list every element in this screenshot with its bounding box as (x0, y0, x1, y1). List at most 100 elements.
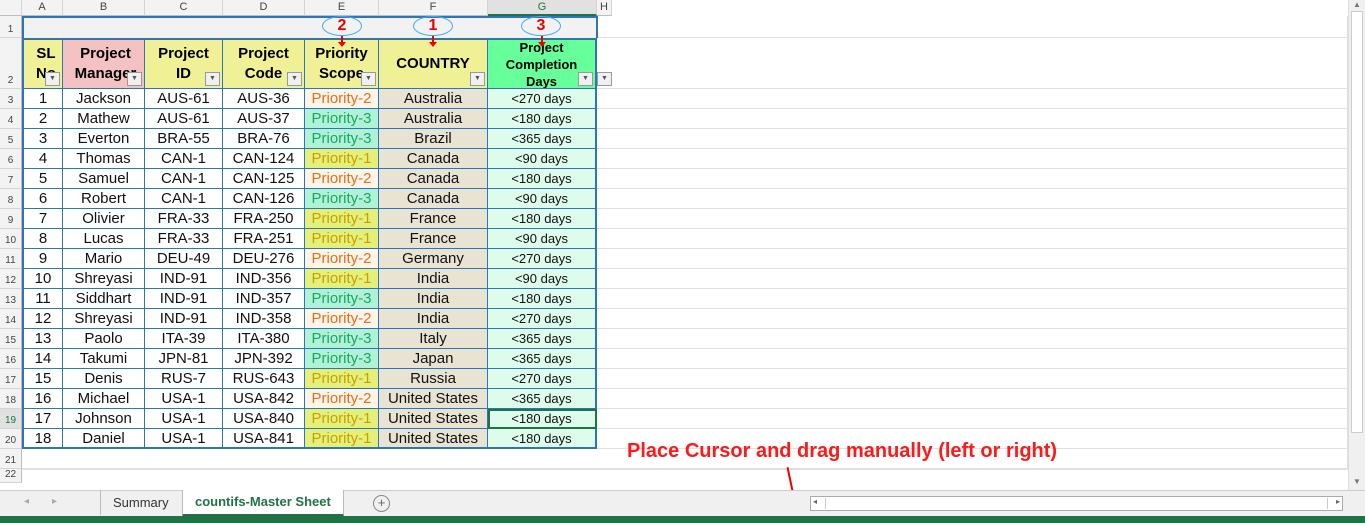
row-header-9[interactable]: 9 (0, 209, 22, 229)
table-cell[interactable]: 18 (22, 429, 63, 449)
column-header-H[interactable]: H (597, 0, 612, 16)
tab-summary[interactable]: Summary (100, 491, 181, 515)
table-cell[interactable]: 17 (22, 409, 63, 429)
table-cell[interactable]: <270 days (488, 249, 597, 269)
table-cell[interactable]: Priority-1 (305, 429, 379, 449)
column-header-F[interactable]: F (379, 0, 488, 16)
table-cell[interactable]: USA-840 (223, 409, 305, 429)
filter-dropdown-icon[interactable]: ▼ (578, 72, 593, 86)
filter-dropdown-icon[interactable]: ▼ (287, 72, 302, 86)
table-cell[interactable]: USA-841 (223, 429, 305, 449)
add-sheet-button[interactable]: + (373, 495, 390, 512)
table-cell[interactable]: <365 days (488, 129, 597, 149)
table-cell[interactable]: <270 days (488, 369, 597, 389)
table-cell[interactable]: 16 (22, 389, 63, 409)
row-header-1[interactable]: 1 (0, 16, 22, 38)
table-cell[interactable]: 13 (22, 329, 63, 349)
table-cell[interactable]: <180 days (488, 289, 597, 309)
table-cell[interactable]: Siddhart (63, 289, 145, 309)
row-header-15[interactable]: 15 (0, 329, 22, 349)
table-cell[interactable]: RUS-7 (145, 369, 223, 389)
vertical-scrollbar[interactable]: ▲ ▼ (1348, 0, 1365, 490)
table-cell[interactable]: Brazil (379, 129, 488, 149)
table-cell[interactable]: <90 days (488, 149, 597, 169)
table-cell[interactable]: Michael (63, 389, 145, 409)
table-cell[interactable]: Daniel (63, 429, 145, 449)
table-cell[interactable]: <270 days (488, 89, 597, 109)
scroll-down-icon[interactable]: ▼ (1349, 477, 1365, 486)
horizontal-scrollbar[interactable]: ◂ ▸ (810, 496, 1343, 511)
table-cell[interactable]: 11 (22, 289, 63, 309)
table-cell[interactable]: <180 days (488, 169, 597, 189)
table-cell[interactable]: <180 days (488, 109, 597, 129)
table-cell[interactable]: IND-91 (145, 289, 223, 309)
table-cell[interactable]: Denis (63, 369, 145, 389)
column-header-A[interactable]: A (22, 0, 63, 16)
table-cell[interactable]: Canada (379, 149, 488, 169)
table-cell[interactable]: BRA-76 (223, 129, 305, 149)
scroll-left-icon[interactable]: ◂ (813, 497, 817, 506)
table-cell[interactable]: Priority-2 (305, 89, 379, 109)
table-cell[interactable]: United States (379, 429, 488, 449)
table-cell[interactable]: AUS-61 (145, 109, 223, 129)
table-cell[interactable]: DEU-276 (223, 249, 305, 269)
column-header-cell[interactable]: SL No▼ (22, 38, 63, 89)
row-header-7[interactable]: 7 (0, 169, 22, 189)
table-cell[interactable]: <180 days (488, 429, 597, 449)
table-cell[interactable]: Priority-1 (305, 369, 379, 389)
table-cell[interactable]: <180 days (488, 409, 597, 429)
table-cell[interactable]: <90 days (488, 189, 597, 209)
table-cell[interactable]: Jackson (63, 89, 145, 109)
row-header-18[interactable]: 18 (0, 389, 22, 409)
table-cell[interactable]: Priority-1 (305, 149, 379, 169)
table-cell[interactable]: 8 (22, 229, 63, 249)
table-cell[interactable]: 15 (22, 369, 63, 389)
column-header-B[interactable]: B (63, 0, 145, 16)
filter-dropdown-icon[interactable]: ▼ (597, 72, 612, 86)
tab-scroll-right-icon[interactable]: ▸ (52, 496, 57, 507)
column-header-D[interactable]: D (223, 0, 305, 16)
table-cell[interactable]: USA-1 (145, 409, 223, 429)
table-cell[interactable]: ITA-380 (223, 329, 305, 349)
column-header-C[interactable]: C (145, 0, 223, 16)
table-cell[interactable]: JPN-81 (145, 349, 223, 369)
row-header-19[interactable]: 19 (0, 409, 22, 429)
table-cell[interactable]: CAN-125 (223, 169, 305, 189)
table-cell[interactable]: United States (379, 389, 488, 409)
table-cell[interactable]: IND-357 (223, 289, 305, 309)
table-cell[interactable]: Thomas (63, 149, 145, 169)
table-cell[interactable]: USA-842 (223, 389, 305, 409)
table-cell[interactable]: Canada (379, 189, 488, 209)
table-cell[interactable]: Australia (379, 109, 488, 129)
table-cell[interactable]: Samuel (63, 169, 145, 189)
table-cell[interactable]: Mathew (63, 109, 145, 129)
table-cell[interactable]: RUS-643 (223, 369, 305, 389)
table-cell[interactable]: 6 (22, 189, 63, 209)
table-cell[interactable]: Lucas (63, 229, 145, 249)
table-cell[interactable]: IND-91 (145, 309, 223, 329)
row-header-3[interactable]: 3 (0, 89, 22, 109)
row-header-13[interactable]: 13 (0, 289, 22, 309)
table-cell[interactable]: 1 (22, 89, 63, 109)
table-cell[interactable]: Paolo (63, 329, 145, 349)
title-row-merged-cell[interactable] (22, 16, 598, 38)
table-cell[interactable]: Robert (63, 189, 145, 209)
table-cell[interactable]: Priority-3 (305, 109, 379, 129)
table-cell[interactable]: 9 (22, 249, 63, 269)
table-cell[interactable]: Priority-2 (305, 389, 379, 409)
table-cell[interactable]: Canada (379, 169, 488, 189)
row-header-22[interactable]: 22 (0, 469, 22, 483)
table-cell[interactable]: USA-1 (145, 389, 223, 409)
row-header-16[interactable]: 16 (0, 349, 22, 369)
table-cell[interactable]: <365 days (488, 329, 597, 349)
filter-dropdown-icon[interactable]: ▼ (45, 72, 60, 86)
table-cell[interactable]: <365 days (488, 349, 597, 369)
table-cell[interactable]: Takumi (63, 349, 145, 369)
table-cell[interactable]: Priority-3 (305, 289, 379, 309)
column-header-cell[interactable]: Project Code ▼ (223, 38, 305, 89)
row-header-11[interactable]: 11 (0, 249, 22, 269)
row-header-20[interactable]: 20 (0, 429, 22, 449)
row-header-5[interactable]: 5 (0, 129, 22, 149)
table-cell[interactable]: 12 (22, 309, 63, 329)
table-cell[interactable]: JPN-392 (223, 349, 305, 369)
